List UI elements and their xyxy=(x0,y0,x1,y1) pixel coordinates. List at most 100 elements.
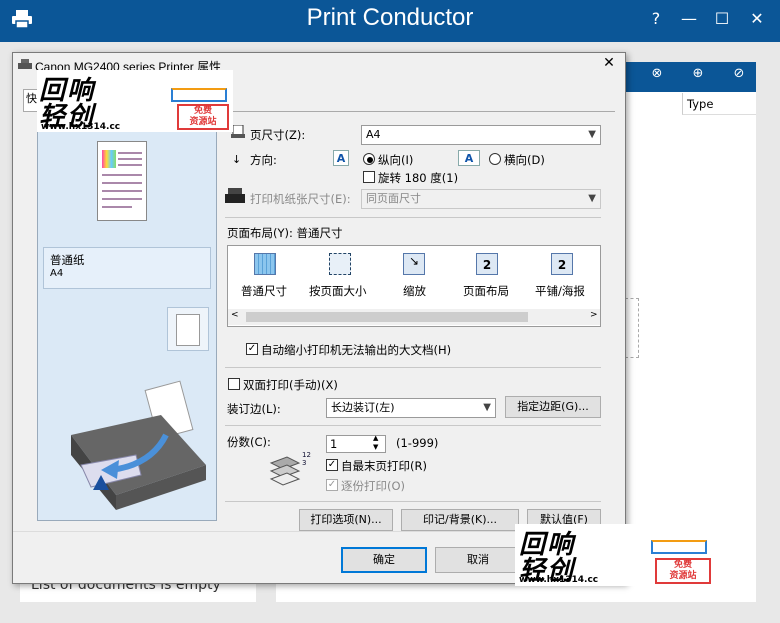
preview-line xyxy=(102,174,142,176)
printer-paper-size-value: 同页面尺寸 xyxy=(366,192,421,205)
page-size-icon xyxy=(231,124,247,139)
cancel-button[interactable]: 取消 xyxy=(435,547,521,573)
binding-select[interactable]: 长边装订(左) ▼ xyxy=(326,398,496,418)
portrait-radio[interactable] xyxy=(363,153,375,165)
chevron-down-icon: ▼ xyxy=(588,193,596,204)
media-type-text: 普通纸 xyxy=(50,253,85,267)
help-button[interactable]: ? xyxy=(641,6,671,32)
layout-label: 页面布局 xyxy=(463,284,509,298)
specify-margin-button[interactable]: 指定边距(G)... xyxy=(505,396,601,418)
stamp-background-button[interactable]: 印记/背景(K)... xyxy=(401,509,519,531)
copies-spinner[interactable]: 1 ▲ ▼ xyxy=(326,434,386,453)
logo-badge-line2: 资源站 xyxy=(669,571,697,581)
collate-number-icon: 123 xyxy=(302,451,311,467)
move-icon[interactable]: ⊕ xyxy=(684,66,712,86)
minimize-button[interactable]: — xyxy=(674,6,704,32)
binding-label: 装订边(L): xyxy=(227,402,281,416)
spin-down-icon[interactable]: ▼ xyxy=(373,443,378,451)
logo-url: www.hx1314.cc xyxy=(41,122,121,132)
chevron-down-icon: ▼ xyxy=(483,402,491,413)
watermark-logo: 回响 轻创 www.hx1314.cc 免费 资源站 xyxy=(37,70,233,132)
logo-badge-line1: 免费 xyxy=(673,560,692,570)
preview-line xyxy=(102,198,142,200)
printer-paper-icon xyxy=(225,188,245,206)
collate-pages-icon xyxy=(269,453,303,489)
paper-source-box xyxy=(167,307,209,351)
last-page-first-checkbox[interactable]: ✓ xyxy=(326,459,338,471)
scroll-thumb[interactable] xyxy=(246,312,528,322)
tile-poster-icon: 2 xyxy=(551,253,573,275)
logo-badge-line1: 免费 xyxy=(193,106,212,116)
logo-frame-icon xyxy=(171,88,227,102)
scroll-right-icon[interactable]: > xyxy=(590,310,598,320)
preview-line xyxy=(102,190,142,192)
arrow-down-icon: ↓ xyxy=(232,153,242,166)
collate-label: 逐份打印(O) xyxy=(341,479,406,493)
last-page-first-label: 自最末页打印(R) xyxy=(341,459,427,473)
preview-line xyxy=(102,182,142,184)
clear-icon[interactable]: ⊘ xyxy=(725,66,753,86)
layout-scrollbar[interactable]: < > xyxy=(228,309,600,325)
duplex-checkbox[interactable] xyxy=(228,378,240,390)
dialog-close-button[interactable]: ✕ xyxy=(599,55,619,75)
scroll-left-icon[interactable]: < xyxy=(231,310,239,320)
auto-reduce-checkbox[interactable]: ✓ xyxy=(246,343,258,355)
layout-tile-poster[interactable]: 2 平铺/海报 xyxy=(533,251,593,305)
type-column-header[interactable]: Type xyxy=(682,93,756,115)
landscape-radio[interactable] xyxy=(489,153,501,165)
landscape-icon: A xyxy=(458,150,480,166)
layout-label: 平铺/海报 xyxy=(535,284,585,298)
printer-small-icon xyxy=(18,59,32,71)
media-info-box: 普通纸 A4 xyxy=(43,247,211,289)
paper-icon xyxy=(176,314,200,346)
printer-paper-size-select[interactable]: 同页面尺寸 ▼ xyxy=(361,189,601,209)
landscape-label: 横向(D) xyxy=(504,153,545,167)
watermark-logo: 回响 轻创 www.hx1314.cc 免费 资源站 xyxy=(515,524,715,586)
page-size-select[interactable]: A4 ▼ xyxy=(361,125,601,145)
portrait-icon: A xyxy=(333,150,349,166)
page-preview xyxy=(97,141,147,221)
scale-icon: ↘ xyxy=(403,253,425,275)
layout-fit-page[interactable]: 按页面大小 xyxy=(309,251,373,305)
paper-size-text: A4 xyxy=(50,268,64,279)
close-button[interactable]: ✕ xyxy=(742,6,772,32)
logo-url: www.hx1314.cc xyxy=(519,575,599,585)
layout-label: 按页面大小 xyxy=(309,284,367,298)
print-options-button[interactable]: 打印选项(N)... xyxy=(299,509,393,531)
layout-normal[interactable]: 普通尺寸 xyxy=(239,251,289,305)
divider xyxy=(225,501,601,502)
orientation-label: 方向: xyxy=(250,153,277,167)
spin-up-icon[interactable]: ▲ xyxy=(373,434,378,442)
rotate-180-label: 旋转 180 度(1) xyxy=(378,171,459,185)
printer-illustration-icon xyxy=(51,375,211,515)
preview-line xyxy=(118,164,142,166)
fit-page-icon xyxy=(329,253,351,275)
preview-line xyxy=(118,158,142,160)
page-size-label: 页尺寸(Z): xyxy=(250,128,306,142)
preview-line xyxy=(118,152,142,154)
layout-label: 普通尺寸 xyxy=(241,284,287,298)
divider xyxy=(225,367,601,368)
chevron-down-icon: ▼ xyxy=(588,129,596,140)
layout-page-layout[interactable]: 2 页面布局 xyxy=(461,251,517,305)
page-size-value: A4 xyxy=(366,128,381,141)
copies-range: (1-999) xyxy=(396,436,439,450)
portrait-label: 纵向(I) xyxy=(378,153,414,167)
copies-value: 1 xyxy=(330,437,338,451)
layout-label: 缩放 xyxy=(403,284,426,298)
remove-icon[interactable]: ⊗ xyxy=(643,66,671,86)
logo-badge-line2: 资源站 xyxy=(189,117,217,127)
page-layout-icon: 2 xyxy=(476,253,498,275)
duplex-label: 双面打印(手动)(X) xyxy=(243,378,338,392)
auto-reduce-label: 自动缩小打印机无法输出的大文档(H) xyxy=(261,343,452,357)
rotate-180-checkbox[interactable] xyxy=(363,171,375,183)
copies-label: 份数(C): xyxy=(227,435,271,449)
ok-button[interactable]: 确定 xyxy=(341,547,427,573)
logo-badge: 免费 资源站 xyxy=(655,558,711,584)
layout-scaled[interactable]: ↘ 缩放 xyxy=(397,251,433,305)
divider xyxy=(225,217,601,218)
maximize-button[interactable]: ☐ xyxy=(707,6,737,32)
normal-size-icon xyxy=(254,253,276,275)
divider xyxy=(225,425,601,426)
collate-checkbox[interactable]: ✓ xyxy=(326,479,338,491)
